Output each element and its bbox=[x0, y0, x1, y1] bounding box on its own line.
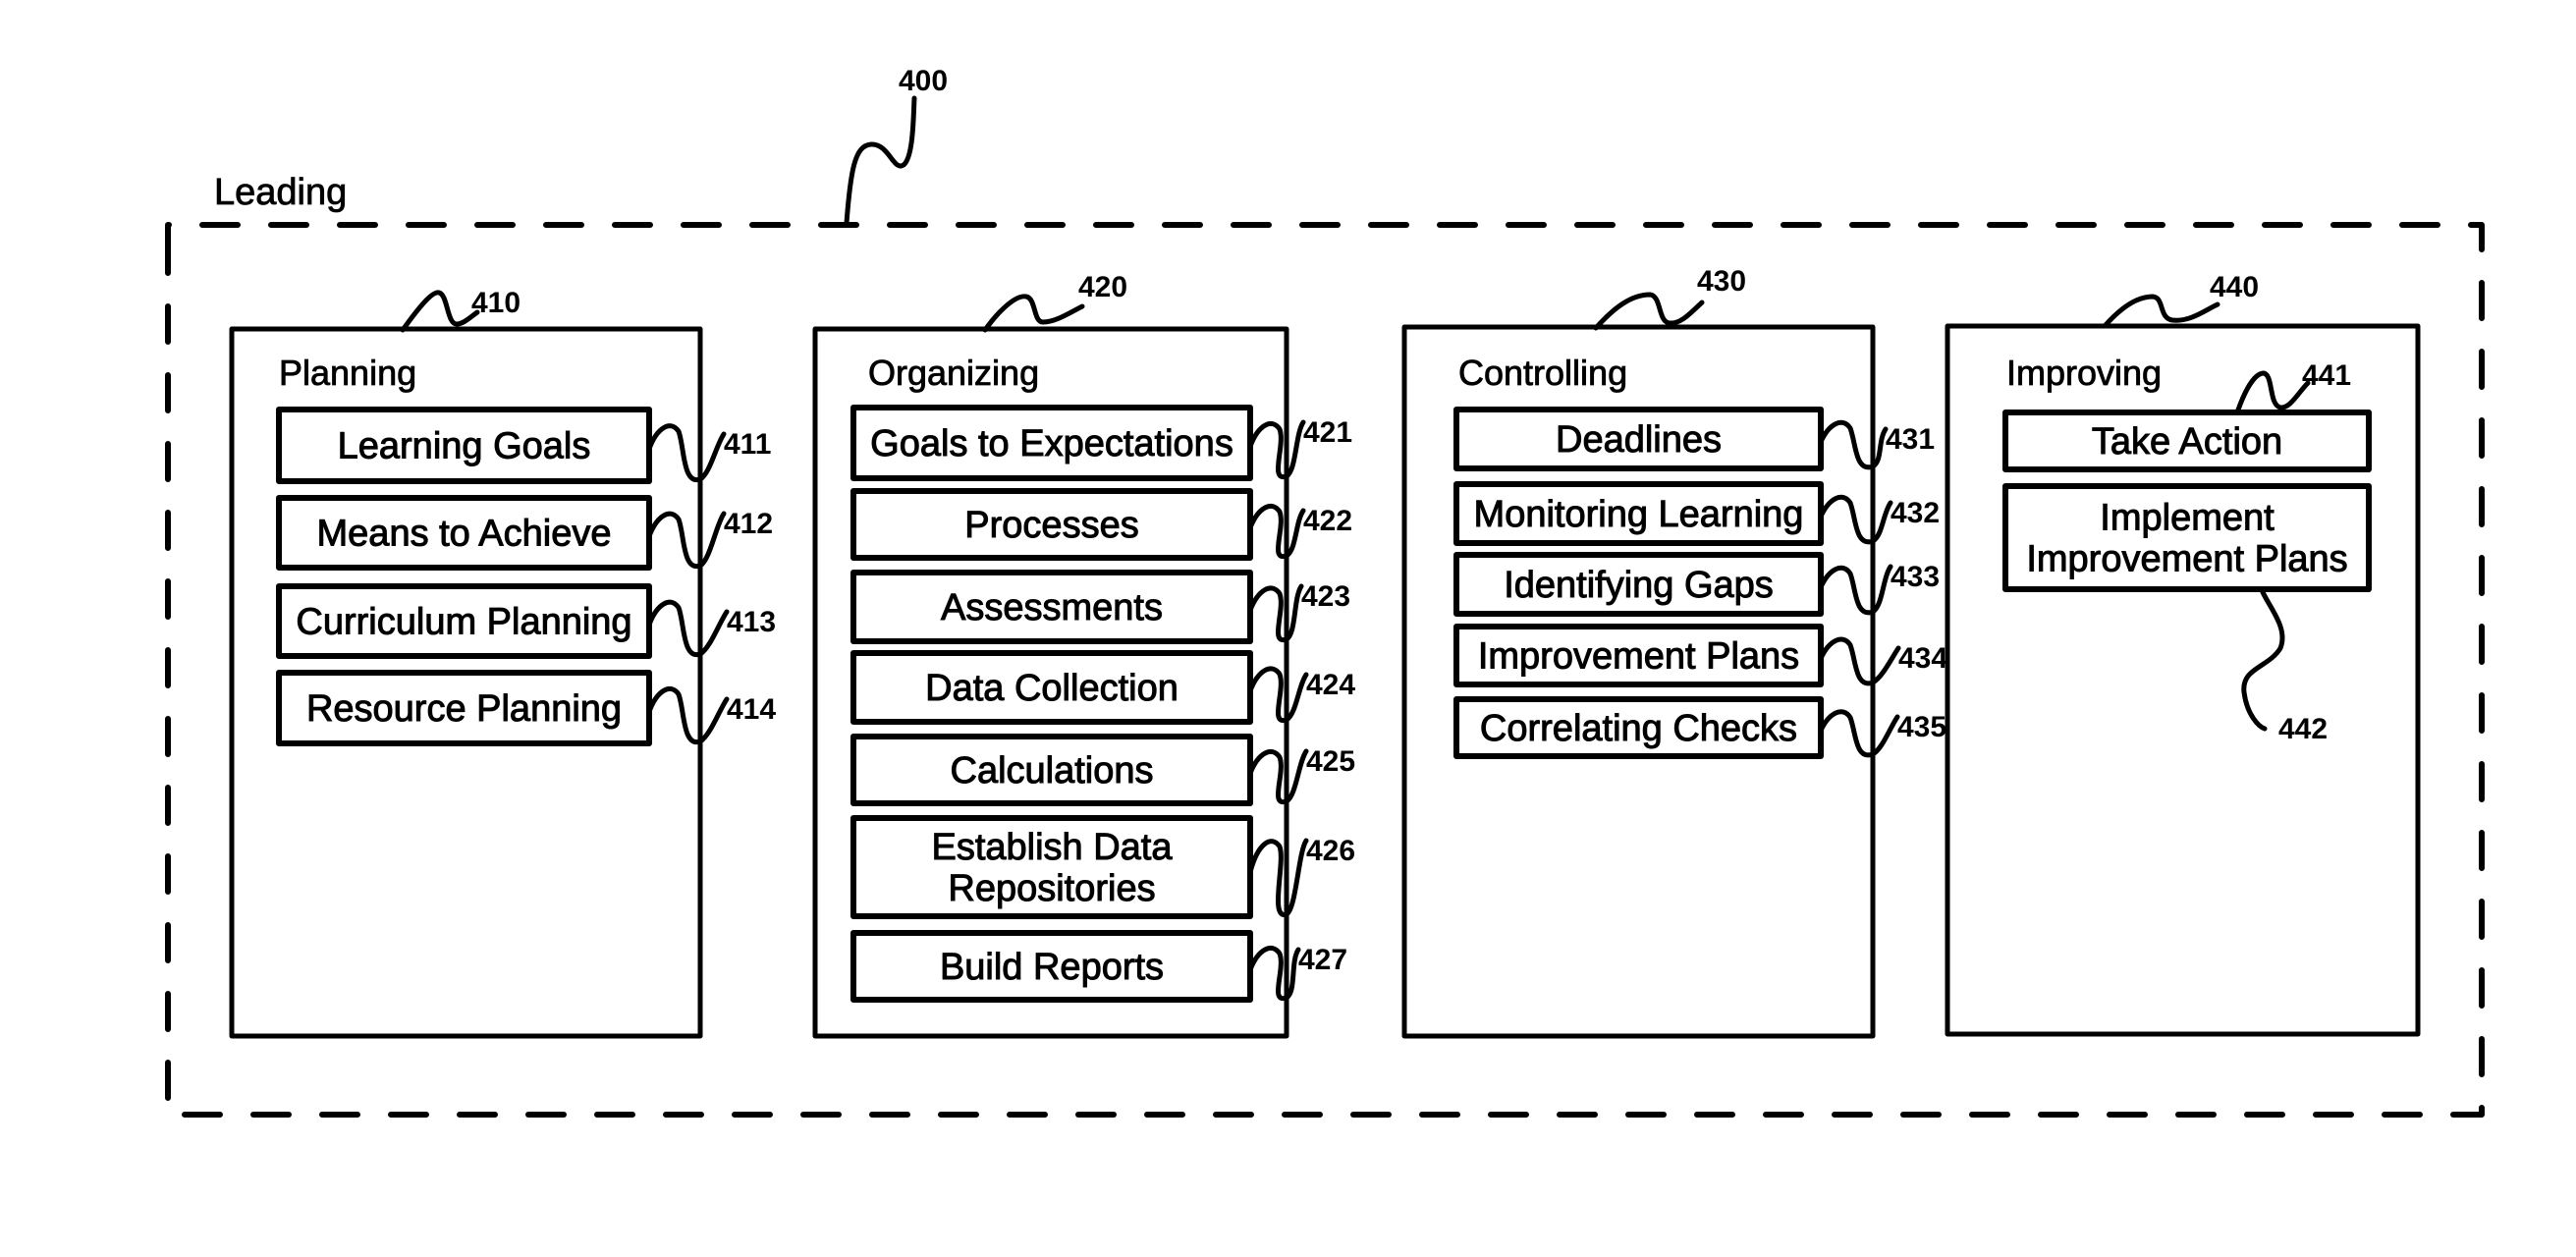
reference-label-410: 410 bbox=[471, 287, 521, 319]
item-label: Data Collection bbox=[925, 668, 1178, 709]
item-label: Monitoring Learning bbox=[1474, 494, 1804, 535]
item-label: Improvement Plans bbox=[2026, 539, 2347, 580]
planning-title: Planning bbox=[279, 353, 416, 393]
item-label: Learning Goals bbox=[338, 426, 591, 467]
item-label: Processes bbox=[964, 505, 1138, 546]
item-label: Goals to Expectations bbox=[870, 423, 1233, 465]
reference-label-441: 441 bbox=[2302, 359, 2351, 392]
item-label: Identifying Gaps bbox=[1504, 565, 1774, 606]
reference-label-430: 430 bbox=[1697, 265, 1746, 298]
reference-label-423: 423 bbox=[1301, 580, 1350, 613]
reference-label-432: 432 bbox=[1891, 497, 1940, 529]
reference-label-414: 414 bbox=[727, 693, 776, 726]
reference-label-420: 420 bbox=[1078, 271, 1127, 303]
item-box-improvement-plans: Improvement Plans bbox=[1453, 624, 1824, 687]
item-label: Take Action bbox=[2092, 421, 2282, 463]
item-label: Establish Data bbox=[931, 827, 1173, 868]
reference-label-424: 424 bbox=[1306, 669, 1355, 701]
item-label: Repositories bbox=[948, 868, 1155, 909]
item-label: Means to Achieve bbox=[317, 514, 612, 555]
item-label: Curriculum Planning bbox=[296, 602, 631, 643]
reference-label-413: 413 bbox=[727, 606, 776, 638]
improving-title: Improving bbox=[2006, 353, 2162, 393]
organizing-title: Organizing bbox=[868, 353, 1039, 393]
item-label: Improvement Plans bbox=[1478, 636, 1799, 678]
reference-label-442: 442 bbox=[2278, 713, 2328, 745]
reference-label-412: 412 bbox=[724, 508, 773, 540]
reference-label-434: 434 bbox=[1898, 642, 1947, 675]
item-label: Resource Planning bbox=[306, 688, 622, 730]
reference-label-411: 411 bbox=[724, 428, 771, 461]
reference-label-435: 435 bbox=[1897, 711, 1946, 743]
reference-label-426: 426 bbox=[1306, 835, 1355, 867]
reference-label-431: 431 bbox=[1886, 423, 1935, 456]
item-box-correlating-checks: Correlating Checks bbox=[1453, 696, 1824, 759]
item-label: Calculations bbox=[951, 750, 1154, 792]
item-label: Assessments bbox=[941, 587, 1163, 628]
leading-process-diagram: Leading 400 Planning 410 Learning Goals 411… bbox=[0, 0, 2576, 1257]
reference-label-440: 440 bbox=[2210, 271, 2259, 303]
controlling-title: Controlling bbox=[1458, 353, 1627, 393]
reference-label-422: 422 bbox=[1303, 505, 1352, 537]
item-label: Correlating Checks bbox=[1480, 708, 1797, 749]
reference-label-433: 433 bbox=[1891, 561, 1940, 593]
reference-label-421: 421 bbox=[1303, 416, 1352, 449]
leading-label: Leading bbox=[214, 172, 347, 213]
reference-label-400: 400 bbox=[899, 65, 948, 97]
reference-label-425: 425 bbox=[1306, 745, 1355, 778]
item-label: Build Reports bbox=[940, 947, 1164, 988]
reference-label-427: 427 bbox=[1298, 944, 1347, 976]
item-label: Implement bbox=[2100, 498, 2275, 539]
item-label: Deadlines bbox=[1556, 419, 1722, 461]
